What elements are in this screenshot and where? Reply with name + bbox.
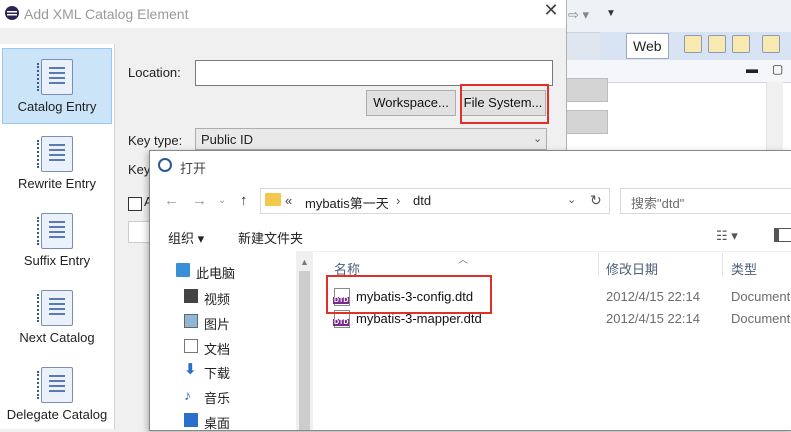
file-date: 2012/4/15 22:14	[606, 311, 700, 326]
open-dialog-title: 打开	[180, 161, 207, 176]
toolbar-list-icon[interactable]	[762, 35, 780, 53]
nav-item-label: Next Catalog	[19, 330, 95, 345]
address-dropdown-icon[interactable]: ⌄	[567, 193, 576, 206]
nav-item-delegate-catalog[interactable]: Delegate Catalog	[2, 367, 112, 422]
video-icon	[184, 289, 198, 303]
tree-item-label: 下载	[204, 366, 231, 381]
tree-item-label: 此电脑	[196, 266, 236, 281]
web-perspective-tab[interactable]: Web	[626, 33, 669, 59]
eclipse-toolbar: ⇨ ▾ ▼	[566, 0, 791, 33]
nav-item-label: Delegate Catalog	[6, 407, 108, 422]
folder-icon	[265, 193, 281, 206]
download-icon: ⬇	[184, 361, 197, 378]
toolbar-doc-icon[interactable]	[732, 35, 750, 53]
new-folder-button[interactable]: 新建文件夹	[238, 228, 303, 247]
tree-item-label: 文档	[204, 342, 231, 357]
open-file-dialog: 打开 ← → ⌄ ↑ « mybatis第一天 › dtd ⌄ ↻ 搜索"dtd…	[149, 150, 791, 431]
catalog-entry-icon	[37, 59, 73, 95]
dialog-title: Add XML Catalog Element	[24, 6, 189, 22]
key-type-select[interactable]: Public ID	[195, 128, 547, 150]
tree-item-label: 音乐	[204, 391, 231, 406]
tree-scrollbar-thumb[interactable]	[299, 271, 310, 430]
tree-item-this-pc[interactable]: 此电脑	[176, 263, 236, 282]
tree-item-label: 图片	[204, 317, 231, 332]
rewrite-entry-icon	[37, 136, 73, 172]
scroll-up-icon[interactable]: ▲	[300, 257, 309, 267]
tree-item-download[interactable]: ⬇ 下载	[184, 362, 231, 382]
up-arrow-icon[interactable]: ↑	[240, 192, 248, 209]
location-input[interactable]	[195, 60, 553, 86]
column-type[interactable]: 类型	[731, 259, 757, 278]
tree-item-video[interactable]: 视频	[184, 289, 231, 308]
column-divider[interactable]	[598, 253, 599, 277]
option-checkbox[interactable]	[128, 197, 142, 211]
suffix-entry-icon	[37, 213, 73, 249]
tree-item-label: 视频	[204, 292, 231, 307]
open-dialog-title-bar: 打开	[150, 151, 791, 179]
dialog-title-bar: Add XML Catalog Element ✕	[0, 0, 566, 28]
breadcrumb-item[interactable]: mybatis第一天	[305, 193, 389, 212]
sort-caret-icon: ︿	[458, 255, 468, 266]
eclipse-icon	[5, 6, 19, 20]
forward-arrow-icon[interactable]: →	[192, 192, 207, 209]
tree-item-music[interactable]: ♪ 音乐	[184, 388, 231, 407]
view-options-icon[interactable]: ☷ ▾	[716, 228, 738, 244]
chevron-down-icon: ⌄	[533, 133, 543, 145]
breadcrumb-separator-icon[interactable]: ›	[396, 193, 400, 208]
pictures-icon	[184, 314, 198, 328]
delegate-catalog-icon	[37, 367, 73, 403]
toolbar-star-icon[interactable]	[684, 35, 702, 53]
file-type: Document	[731, 289, 791, 304]
file-date: 2012/4/15 22:14	[606, 289, 700, 304]
preview-pane-icon[interactable]	[774, 228, 791, 242]
breadcrumb-overflow[interactable]: «	[285, 193, 292, 208]
nav-item-label: Catalog Entry	[17, 99, 97, 114]
breadcrumb-item[interactable]: dtd	[413, 193, 431, 208]
tree-item-desktop[interactable]: 桌面	[184, 413, 230, 432]
file-type: Document	[731, 311, 791, 326]
toolbar-sparkle-icon[interactable]	[708, 35, 726, 53]
nav-item-rewrite-entry[interactable]: Rewrite Entry	[2, 136, 112, 191]
recent-dropdown-icon[interactable]: ⌄	[218, 195, 226, 206]
back-arrow-icon[interactable]: ←	[164, 192, 179, 209]
location-label: Location:	[128, 65, 181, 80]
nav-item-next-catalog[interactable]: Next Catalog	[2, 290, 112, 345]
toolbar-dropdown-icon[interactable]: ▼	[606, 8, 616, 19]
nav-item-suffix-entry[interactable]: Suffix Entry	[2, 213, 112, 268]
entry-type-nav: Catalog Entry Rewrite Entry Suffix Entry…	[0, 44, 115, 429]
search-placeholder: 搜索"dtd"	[631, 196, 685, 211]
tree-item-documents[interactable]: 文档	[184, 339, 231, 358]
address-bar-row: ← → ⌄ ↑ « mybatis第一天 › dtd ⌄ ↻ 搜索"dtd"	[150, 185, 791, 215]
file-system-highlight	[460, 84, 549, 124]
file-highlight-box	[326, 275, 492, 314]
next-catalog-icon	[37, 290, 73, 326]
column-date[interactable]: 修改日期	[606, 259, 658, 278]
music-icon: ♪	[184, 387, 191, 403]
address-box[interactable]: « mybatis第一天 › dtd ⌄	[260, 188, 610, 214]
search-input[interactable]: 搜索"dtd"	[620, 188, 791, 214]
minimize-icon[interactable]: ▬	[746, 62, 758, 76]
workspace-button[interactable]: Workspace...	[366, 90, 456, 116]
forward-nav-icon[interactable]: ⇨ ▾	[568, 7, 589, 23]
key-type-label: Key type:	[128, 133, 183, 148]
key-label: Key	[128, 162, 151, 177]
maximize-icon[interactable]: ▢	[772, 62, 783, 76]
tree-item-pictures[interactable]: 图片	[184, 314, 231, 333]
eclipse-icon	[158, 158, 172, 172]
nav-item-label: Rewrite Entry	[17, 176, 97, 191]
refresh-icon[interactable]: ↻	[590, 192, 602, 209]
bg-button	[566, 110, 608, 134]
close-icon[interactable]: ✕	[540, 0, 562, 22]
command-bar: 组织 ▾ 新建文件夹 ☷ ▾	[150, 221, 791, 252]
nav-item-label: Suffix Entry	[23, 253, 91, 268]
desktop-icon	[184, 413, 198, 427]
nav-item-catalog-entry[interactable]: Catalog Entry	[2, 48, 112, 124]
column-divider[interactable]	[722, 253, 723, 277]
computer-icon	[176, 263, 190, 277]
organize-menu[interactable]: 组织 ▾	[168, 228, 204, 247]
documents-icon	[184, 339, 198, 353]
navigation-tree: 此电脑 视频 图片 文档 ⬇ 下载 ♪ 音乐 桌面	[150, 251, 313, 432]
bg-button	[566, 78, 608, 102]
